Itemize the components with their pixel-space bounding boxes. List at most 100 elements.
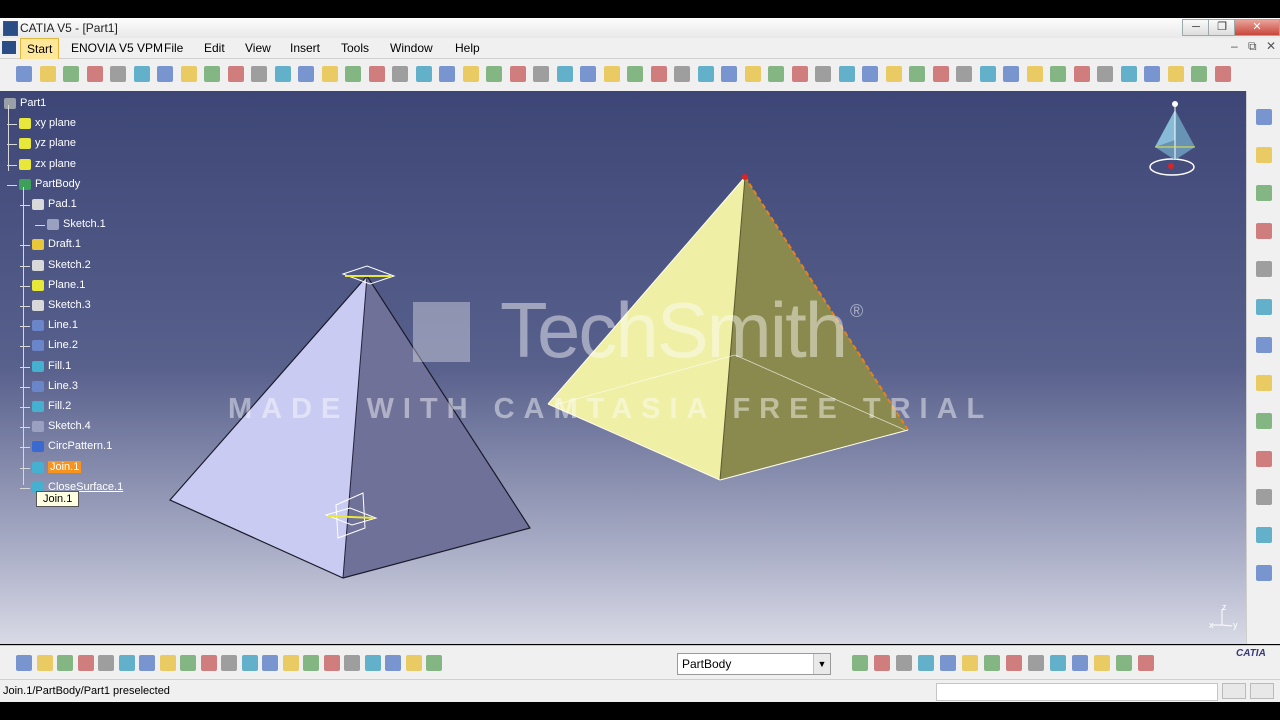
- menu-file[interactable]: File: [164, 41, 183, 55]
- redo-icon[interactable]: [180, 655, 196, 671]
- menu-view[interactable]: View: [245, 41, 271, 55]
- measure-icon[interactable]: [1214, 66, 1231, 82]
- join-icon[interactable]: [885, 66, 902, 82]
- pattern-icon[interactable]: [627, 66, 643, 82]
- translate-icon[interactable]: [556, 66, 573, 82]
- axis-icon[interactable]: [852, 655, 868, 671]
- point-icon[interactable]: [650, 66, 667, 82]
- catalog-icon[interactable]: [303, 655, 319, 671]
- open-icon[interactable]: [36, 655, 53, 671]
- sew-surface-icon[interactable]: [533, 66, 549, 82]
- feature-icon[interactable]: [1072, 655, 1088, 671]
- catia-menu-icon[interactable]: [2, 41, 16, 54]
- loft-icon[interactable]: [274, 66, 291, 82]
- scan-icon[interactable]: [323, 655, 340, 671]
- pad-icon[interactable]: [86, 66, 103, 82]
- gear-icon[interactable]: [1256, 299, 1272, 315]
- chain-icon[interactable]: [1256, 337, 1272, 353]
- hide-show-icon[interactable]: [1167, 66, 1184, 82]
- cube-icon[interactable]: [1256, 223, 1272, 239]
- zoom-in-icon[interactable]: [1050, 66, 1066, 82]
- dim-icon[interactable]: [39, 66, 56, 82]
- revolve-icon[interactable]: [815, 66, 831, 82]
- curvature-icon[interactable]: [1028, 655, 1044, 671]
- draft-icon[interactable]: [368, 66, 385, 82]
- apply-icon[interactable]: [1050, 655, 1066, 671]
- compass-icon[interactable]: [426, 655, 442, 671]
- normal-view-icon[interactable]: [1097, 66, 1113, 82]
- thread-icon[interactable]: [439, 66, 455, 82]
- whatsthis-icon[interactable]: [200, 655, 217, 671]
- law-icon[interactable]: [262, 655, 278, 671]
- analysis-icon[interactable]: [984, 655, 1000, 671]
- part-icon[interactable]: [63, 66, 79, 82]
- 3d-viewport[interactable]: z x y TechSmith ® MADE WITH CAMTASIA FRE…: [0, 91, 1246, 644]
- lock-icon[interactable]: [1116, 655, 1132, 671]
- helix-icon[interactable]: [768, 66, 784, 82]
- fly-icon[interactable]: [956, 66, 972, 82]
- paste-icon[interactable]: [139, 655, 155, 671]
- pan-icon[interactable]: [1003, 66, 1019, 82]
- table-icon[interactable]: [282, 655, 299, 671]
- thickness-icon[interactable]: [415, 66, 432, 82]
- knowledge-icon[interactable]: [241, 655, 258, 671]
- surface-icon[interactable]: [1256, 489, 1272, 505]
- draft-analysis-icon[interactable]: [1006, 655, 1022, 671]
- sketch-icon[interactable]: [16, 66, 32, 82]
- sphere-icon[interactable]: [1256, 185, 1272, 201]
- menu-tools[interactable]: Tools: [341, 41, 369, 55]
- apex-point[interactable]: [742, 174, 748, 180]
- arrow-icon[interactable]: [1256, 147, 1272, 163]
- slot-icon[interactable]: [227, 66, 244, 82]
- remove-loft-icon[interactable]: [298, 66, 314, 82]
- close-surface-icon[interactable]: [509, 66, 526, 82]
- tree-icon[interactable]: [344, 655, 360, 671]
- stiffener-icon[interactable]: [251, 66, 267, 82]
- undo-icon[interactable]: [159, 655, 176, 671]
- menu-edit[interactable]: Edit: [204, 41, 225, 55]
- shaft-icon[interactable]: [133, 66, 150, 82]
- mirror-icon[interactable]: [603, 66, 620, 82]
- menu-help[interactable]: Help: [455, 41, 480, 55]
- extrude-icon[interactable]: [791, 66, 808, 82]
- groove-icon[interactable]: [157, 66, 173, 82]
- apply-material-icon[interactable]: [364, 655, 381, 671]
- save-icon[interactable]: [57, 655, 73, 671]
- compass-icon[interactable]: [1149, 101, 1195, 176]
- menu-enovia[interactable]: ENOVIA V5 VPM: [71, 41, 163, 55]
- filter-icon[interactable]: [874, 655, 890, 671]
- measure-icon[interactable]: [1256, 413, 1272, 429]
- line-icon[interactable]: [674, 66, 690, 82]
- split-icon[interactable]: [462, 66, 479, 82]
- app-icon[interactable]: [3, 21, 18, 36]
- fit-all-icon[interactable]: [979, 66, 996, 82]
- chevron-down-icon[interactable]: ▼: [813, 654, 830, 674]
- hand-icon[interactable]: [1138, 655, 1154, 671]
- cursor-icon[interactable]: [1256, 565, 1272, 581]
- copy-icon[interactable]: [118, 655, 135, 671]
- shell-icon[interactable]: [392, 66, 408, 82]
- maximize-button[interactable]: ❐: [1208, 19, 1236, 36]
- swap-icon[interactable]: [1191, 66, 1207, 82]
- part-body-icon[interactable]: [962, 655, 978, 671]
- status-button-1[interactable]: [1222, 683, 1246, 699]
- menu-window[interactable]: Window: [390, 41, 433, 55]
- group-icon[interactable]: [1256, 527, 1272, 543]
- formula-icon[interactable]: [221, 655, 237, 671]
- menu-insert[interactable]: Insert: [290, 41, 320, 55]
- ruler-icon[interactable]: [918, 655, 934, 671]
- shading-icon[interactable]: [1144, 66, 1160, 82]
- link-icon[interactable]: [1256, 375, 1272, 391]
- plane-icon[interactable]: [697, 66, 714, 82]
- camera-icon[interactable]: [385, 655, 401, 671]
- point2-icon[interactable]: [721, 66, 737, 82]
- snap-icon[interactable]: [896, 655, 912, 671]
- chamfer-icon[interactable]: [345, 66, 361, 82]
- body-select[interactable]: PartBody ▼: [677, 653, 831, 675]
- rib-icon[interactable]: [204, 66, 220, 82]
- healing-icon[interactable]: [909, 66, 925, 82]
- select-icon[interactable]: [1256, 109, 1272, 125]
- doc-minimize-button[interactable]: –: [1231, 39, 1238, 53]
- pocket-icon[interactable]: [110, 66, 126, 82]
- minimize-button[interactable]: ─: [1182, 19, 1210, 36]
